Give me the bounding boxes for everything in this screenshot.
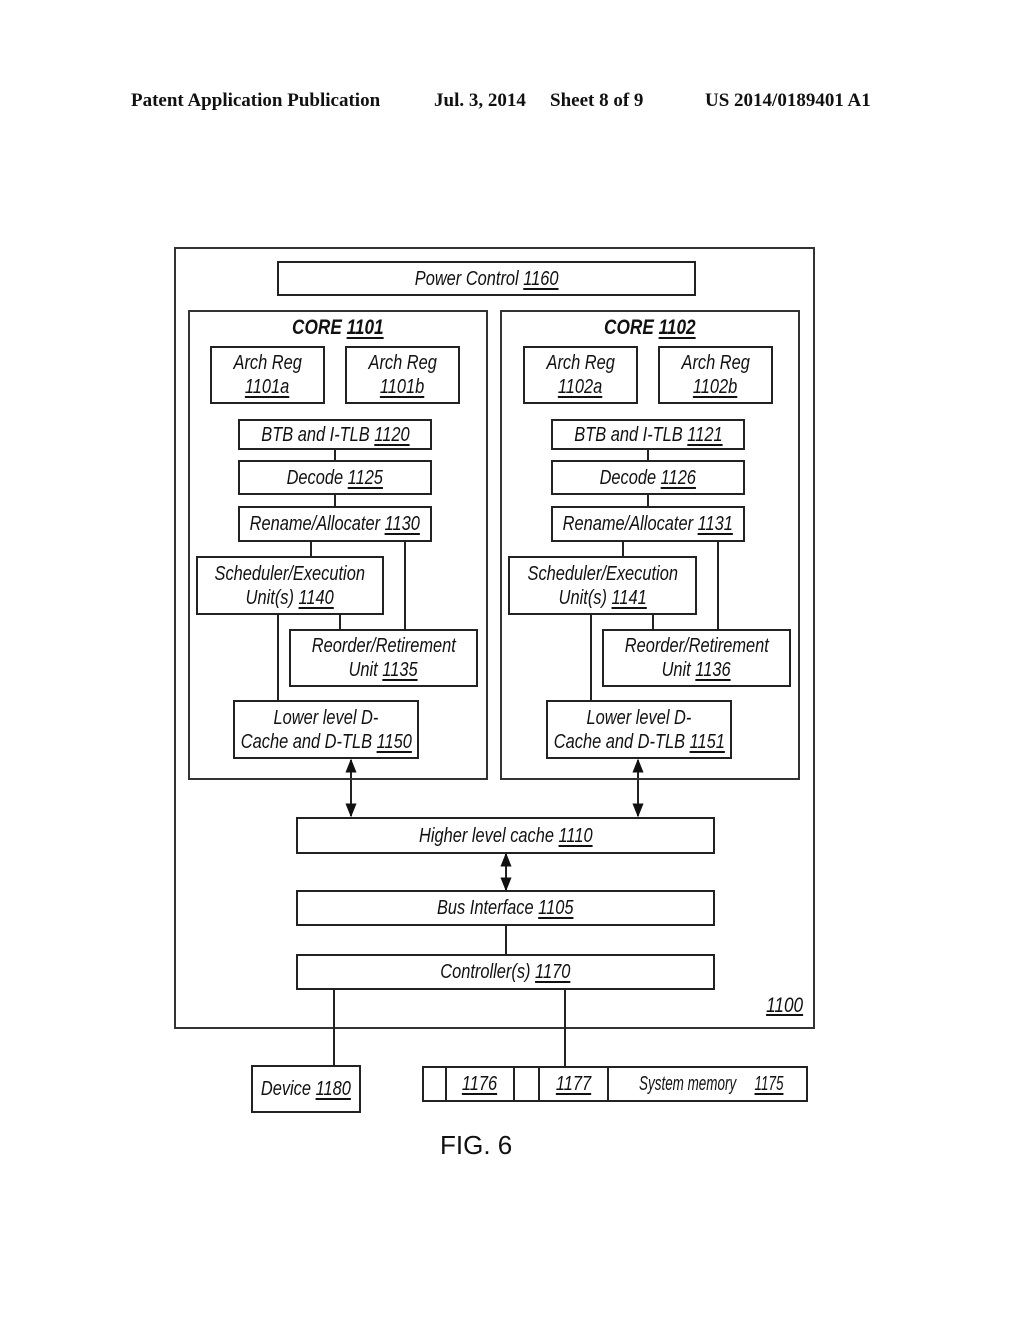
system-memory-label-cell: System memory 1175 [609, 1068, 806, 1100]
decode-ref: 1126 [660, 466, 697, 489]
device-ref: 1180 [315, 1078, 351, 1100]
arch-reg-ref: 1102b [693, 376, 738, 398]
figure-label: FIG. 6 [440, 1130, 513, 1160]
memory-cell-1177: 1177 [540, 1068, 609, 1100]
reorder-retirement-box: Reorder/Retirement Unit 1135 [289, 629, 478, 687]
scheduler-label-2: Unit(s) [245, 586, 295, 609]
processor-ref: 1100 [766, 994, 804, 1017]
scheduler-ref: 1140 [298, 586, 335, 609]
decode-box: Decode 1126 [551, 460, 745, 495]
arch-reg-ref: 1101a [245, 376, 290, 398]
reorder-label-2: Unit [348, 659, 379, 681]
controllers-box: Controller(s) 1170 [296, 954, 715, 990]
rename-label: Rename/Allocater [562, 513, 694, 535]
scheduler-ref: 1141 [611, 586, 647, 609]
btb-label: BTB and I-TLB [573, 423, 683, 446]
reorder-label: Reorder/Retirement [311, 635, 456, 657]
device-label: Device [261, 1078, 312, 1100]
controllers-ref: 1170 [535, 961, 571, 983]
rename-label: Rename/Allocater [249, 513, 381, 535]
arch-reg-box: Arch Reg 1102a [523, 346, 638, 404]
higher-cache-ref: 1110 [558, 824, 593, 847]
lower-dcache-box: Lower level D- Cache and D-TLB 1150 [233, 700, 419, 759]
scheduler-label: Scheduler/Execution [527, 562, 678, 585]
decode-label: Decode [286, 466, 344, 489]
publication-title: Patent Application Publication [131, 90, 381, 111]
btb-ref: 1121 [686, 423, 723, 446]
decode-ref: 1125 [347, 466, 384, 489]
memory-cell [424, 1068, 447, 1100]
scheduler-execution-box: Scheduler/Execution Unit(s) 1141 [508, 556, 697, 615]
decode-box: Decode 1125 [238, 460, 432, 495]
bus-interface-ref: 1105 [538, 897, 574, 919]
rename-ref: 1130 [384, 513, 421, 535]
memory-cell [515, 1068, 540, 1100]
bus-interface-box: Bus Interface 1105 [296, 890, 715, 926]
core-title: CORE [604, 316, 654, 339]
scheduler-label: Scheduler/Execution [214, 562, 366, 585]
device-box: Device 1180 [251, 1065, 361, 1113]
rename-allocater-box: Rename/Allocater 1130 [238, 506, 432, 542]
dcache-label-2: Cache and D-TLB [240, 730, 372, 753]
dcache-label: Lower level D- [273, 706, 379, 729]
btb-label: BTB and I-TLB [260, 423, 370, 446]
dcache-ref: 1151 [689, 730, 725, 753]
core-ref: 1101 [346, 316, 384, 339]
sheet-number: Sheet 8 of 9 [550, 90, 644, 111]
system-memory-label: System memory [639, 1072, 737, 1095]
arch-reg-label: Arch Reg [546, 352, 615, 374]
memory-cell-ref: 1176 [462, 1072, 498, 1095]
power-control-ref: 1160 [523, 267, 559, 290]
patent-number: US 2014/0189401 A1 [705, 90, 871, 111]
power-control-box: Power Control 1160 [277, 261, 696, 296]
bus-interface-label: Bus Interface [437, 897, 534, 919]
core-title: CORE [292, 316, 342, 339]
btb-itlb-box: BTB and I-TLB 1120 [238, 419, 432, 450]
arch-reg-box: Arch Reg 1102b [658, 346, 773, 404]
btb-ref: 1120 [373, 423, 410, 446]
higher-level-cache-box: Higher level cache 1110 [296, 817, 715, 854]
controllers-label: Controller(s) [440, 961, 531, 983]
arch-reg-label: Arch Reg [368, 352, 437, 374]
system-memory-ref: 1175 [754, 1072, 784, 1095]
lower-dcache-box: Lower level D- Cache and D-TLB 1151 [546, 700, 732, 759]
dcache-label-2: Cache and D-TLB [553, 730, 685, 753]
core-ref: 1102 [658, 316, 696, 339]
arch-reg-box: Arch Reg 1101a [210, 346, 325, 404]
dcache-ref: 1150 [376, 730, 412, 753]
scheduler-label-2: Unit(s) [558, 586, 607, 609]
arch-reg-label: Arch Reg [681, 352, 750, 374]
higher-cache-label: Higher level cache [418, 824, 554, 847]
reorder-label-2: Unit [661, 659, 692, 681]
btb-itlb-box: BTB and I-TLB 1121 [551, 419, 745, 450]
memory-cell-1176: 1176 [447, 1068, 515, 1100]
reorder-ref: 1135 [382, 659, 419, 681]
reorder-retirement-box: Reorder/Retirement Unit 1136 [602, 629, 791, 687]
arch-reg-box: Arch Reg 1101b [345, 346, 460, 404]
dcache-label: Lower level D- [586, 706, 692, 729]
reorder-ref: 1136 [695, 659, 732, 681]
memory-cell-ref: 1177 [555, 1072, 592, 1095]
decode-label: Decode [599, 466, 657, 489]
system-memory-box: 1176 1177 System memory 1175 [422, 1066, 808, 1102]
arch-reg-ref: 1101b [380, 376, 425, 398]
reorder-label: Reorder/Retirement [624, 635, 769, 657]
arch-reg-label: Arch Reg [233, 352, 302, 374]
scheduler-execution-box: Scheduler/Execution Unit(s) 1140 [196, 556, 384, 615]
power-control-label: Power Control [414, 267, 519, 290]
publication-date: Jul. 3, 2014 [434, 90, 526, 111]
rename-ref: 1131 [697, 513, 734, 535]
processor-ref-label: 1100 [762, 994, 807, 1018]
rename-allocater-box: Rename/Allocater 1131 [551, 506, 745, 542]
arch-reg-ref: 1102a [558, 376, 603, 398]
